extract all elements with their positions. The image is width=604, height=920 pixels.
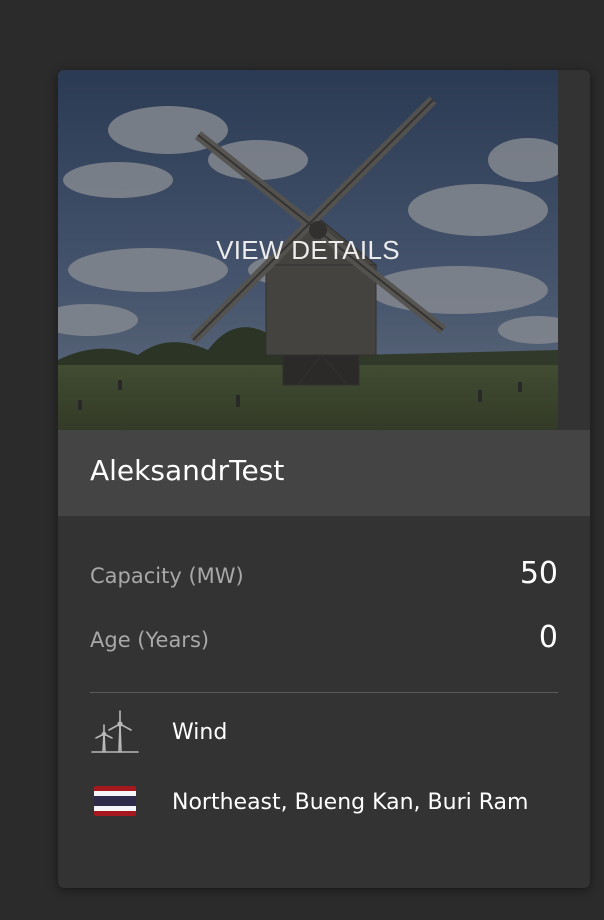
project-card[interactable]: VIEW DETAILS AleksandrTest Capacity (MW)…: [58, 70, 590, 888]
capacity-row: Capacity (MW) 50: [90, 556, 558, 596]
project-image[interactable]: VIEW DETAILS: [58, 70, 558, 430]
wind-turbine-icon: [90, 710, 140, 754]
energy-type-label: Wind: [172, 720, 228, 745]
project-title[interactable]: AleksandrTest: [90, 454, 284, 487]
energy-type-row: Wind: [90, 710, 558, 754]
age-label: Age (Years): [90, 628, 210, 652]
capacity-value: 50: [519, 556, 558, 591]
view-details-label[interactable]: VIEW DETAILS: [58, 235, 558, 266]
capacity-label: Capacity (MW): [90, 564, 244, 588]
location-label: Northeast, Bueng Kan, Buri Ram: [172, 790, 529, 815]
divider: [90, 692, 558, 693]
age-value: 0: [538, 620, 558, 655]
thailand-flag-icon: [90, 780, 140, 824]
card-title-bar: AleksandrTest: [58, 430, 590, 516]
age-row: Age (Years) 0: [90, 620, 558, 660]
location-row: Northeast, Bueng Kan, Buri Ram: [90, 780, 558, 824]
